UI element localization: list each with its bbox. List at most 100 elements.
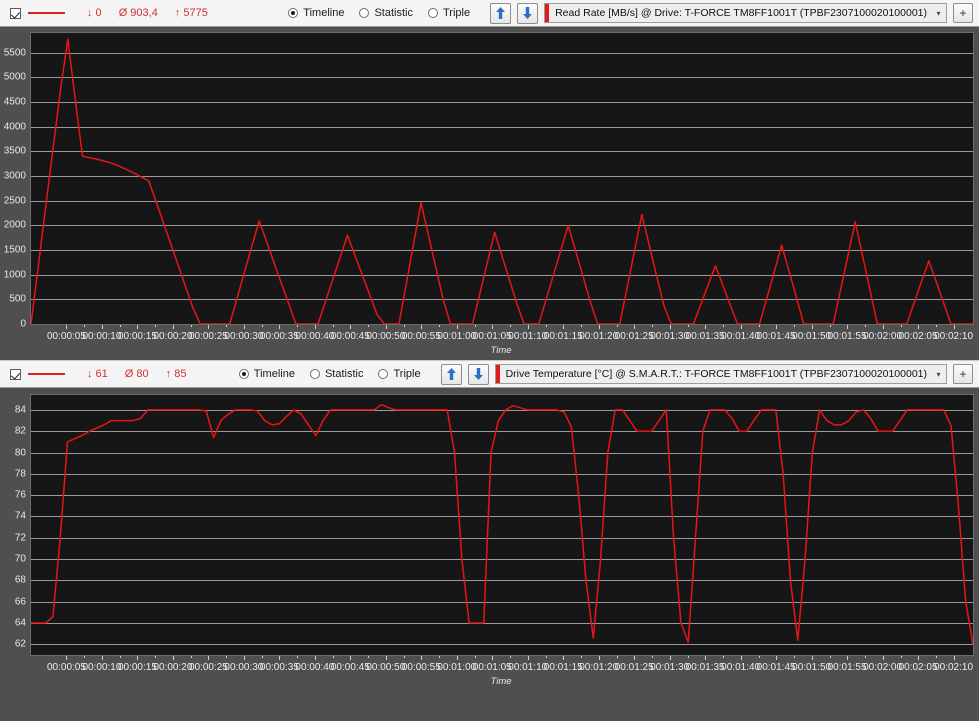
x-axis-minor-tick [900, 656, 902, 658]
source-select-read-rate[interactable]: Read Rate [MB/s] @ Drive: T-FORCE TM8FF1… [544, 3, 947, 23]
y-axis-tick-label: 80 [14, 447, 26, 459]
x-axis-tick [634, 656, 636, 660]
x-axis-minor-tick [936, 656, 938, 658]
radio-triple-label: Triple [442, 7, 471, 19]
x-axis-minor-tick [545, 656, 547, 658]
x-axis-tick-label: 00:00:50 [366, 331, 406, 342]
y-axis-tick-label: 500 [9, 293, 26, 305]
move-up-button[interactable] [490, 2, 512, 24]
radio-timeline[interactable]: Timeline [238, 368, 295, 380]
radio-timeline[interactable]: Timeline [288, 7, 344, 19]
x-axis-tick-label: 00:00:45 [330, 331, 370, 342]
y-axis-tick-label: 68 [14, 574, 26, 586]
chevron-down-icon: ▾ [936, 369, 941, 379]
plot-area-read-rate [30, 32, 974, 325]
down-arrow-icon [473, 368, 483, 380]
x-axis-minor-tick [261, 656, 263, 658]
x-axis-minor-tick [865, 656, 867, 658]
x-axis-minor-tick [474, 656, 476, 658]
toolbar-drive-temperature: ↓ 61 Ø 80 ↑ 85 Timeline Statistic Triple [0, 361, 979, 388]
x-axis-minor-tick [616, 656, 618, 658]
y-axis-tick-label: 82 [14, 425, 26, 437]
y-axis-tick-label: 62 [14, 638, 26, 650]
source-select-drive-temperature[interactable]: Drive Temperature [°C] @ S.M.A.R.T.: T-F… [494, 364, 947, 384]
x-axis-tick-label: 00:00:05 [47, 662, 86, 673]
x-axis-tick-label: 00:01:20 [579, 662, 619, 673]
y-axis-tick-label: 70 [14, 553, 26, 565]
x-axis-tick [350, 325, 352, 329]
radio-statistic-label: Statistic [374, 7, 413, 19]
source-select-value: Drive Temperature [°C] @ S.M.A.R.T.: T-F… [505, 368, 927, 380]
series-visibility-checkbox[interactable] [10, 368, 21, 380]
x-axis-tick-label: 00:00:10 [82, 331, 122, 342]
y-axis-tick-label: 5000 [3, 71, 26, 83]
radio-statistic[interactable]: Statistic [309, 368, 363, 380]
x-axis-tick [598, 325, 600, 329]
x-axis-minor-tick [84, 325, 86, 327]
x-axis-tick-label: 00:00:40 [295, 331, 335, 342]
series-visibility-checkbox[interactable] [10, 7, 21, 19]
add-graph-button[interactable]: + [953, 3, 973, 23]
x-axis-tick-label: 00:01:40 [721, 331, 761, 342]
x-axis-minor-tick [794, 325, 796, 327]
chart-drive-temperature: 62 64 66 68 70 72 74 76 78 80 82 84 00:00:05 00:00:1… [0, 388, 979, 721]
x-axis-labels-read-rate: 00:00:05 00:00:10 00:00:15 00:00:20 00:00:25… [31, 331, 973, 344]
radio-timeline-label: Timeline [303, 7, 345, 19]
radio-dot-icon [309, 369, 320, 379]
x-axis-tick-label: 00:00:15 [117, 662, 157, 673]
x-axis-minor-tick [723, 325, 725, 327]
y-axis-tick-label: 4000 [3, 121, 26, 133]
x-axis-tick [208, 656, 210, 660]
radio-dot-icon [288, 8, 299, 18]
chevron-down-icon: ▾ [936, 8, 941, 18]
x-axis-tick [101, 656, 103, 660]
toolbar-controls-read-rate: Timeline Statistic Triple Read Rate [MB/… [288, 2, 975, 24]
radio-dot-icon [427, 8, 438, 18]
x-axis-minor-tick [226, 656, 228, 658]
x-axis-tick-label: 00:00:20 [153, 662, 193, 673]
move-down-button[interactable] [517, 2, 539, 24]
x-axis-minor-tick [297, 325, 299, 327]
y-axis-tick-label: 2000 [3, 219, 26, 231]
move-up-button[interactable] [440, 363, 462, 385]
x-axis-tick-label: 00:00:35 [259, 331, 299, 342]
x-axis-tick [279, 656, 281, 660]
radio-statistic[interactable]: Statistic [359, 7, 413, 19]
x-axis-tick [776, 325, 778, 329]
x-axis-tick [634, 325, 636, 329]
move-down-button[interactable] [467, 363, 489, 385]
radio-triple[interactable]: Triple [427, 7, 471, 19]
x-axis-tick [882, 325, 884, 329]
x-axis-tick [705, 325, 707, 329]
x-axis-tick-label: 00:01:30 [650, 662, 690, 673]
series-path-drive-temperature [31, 403, 973, 646]
x-axis-minor-tick [936, 325, 938, 327]
y-axis-labels-read-rate: 0 500 1000 1500 2000 2500 3000 3500 4000 4500 5000… [0, 33, 26, 329]
panel-drive-temperature: ↓ 61 Ø 80 ↑ 85 Timeline Statistic Triple [0, 361, 979, 721]
x-axis-minor-tick [794, 656, 796, 658]
radio-triple[interactable]: Triple [378, 368, 421, 380]
add-graph-button[interactable]: + [953, 364, 973, 384]
x-axis-minor-tick [581, 325, 583, 327]
x-axis-tick-label: 00:00:25 [188, 662, 228, 673]
x-axis-minor-tick [261, 325, 263, 327]
x-axis-tick-label: 00:00:45 [330, 662, 370, 673]
stat-average: Ø 80 [124, 368, 149, 380]
y-axis-tick-label: 3500 [3, 145, 26, 157]
x-axis-minor-tick [687, 656, 689, 658]
x-axis-tick [953, 325, 955, 329]
x-axis-ticks-read-rate [31, 325, 973, 329]
down-arrow-icon [523, 7, 533, 19]
x-axis-tick-label: 00:01:10 [508, 331, 548, 342]
x-axis-tick [563, 325, 565, 329]
x-axis-tick [208, 325, 210, 329]
x-axis-tick-label: 00:01:05 [472, 331, 512, 342]
x-axis-minor-tick [84, 656, 86, 658]
x-axis-minor-tick [119, 656, 121, 658]
y-axis-tick-label: 76 [14, 489, 26, 501]
radio-dot-icon [359, 8, 370, 18]
x-axis-tick [456, 325, 458, 329]
x-axis-tick [527, 656, 529, 660]
x-axis-tick [776, 656, 778, 660]
x-axis-tick-label: 00:02:05 [898, 331, 938, 342]
